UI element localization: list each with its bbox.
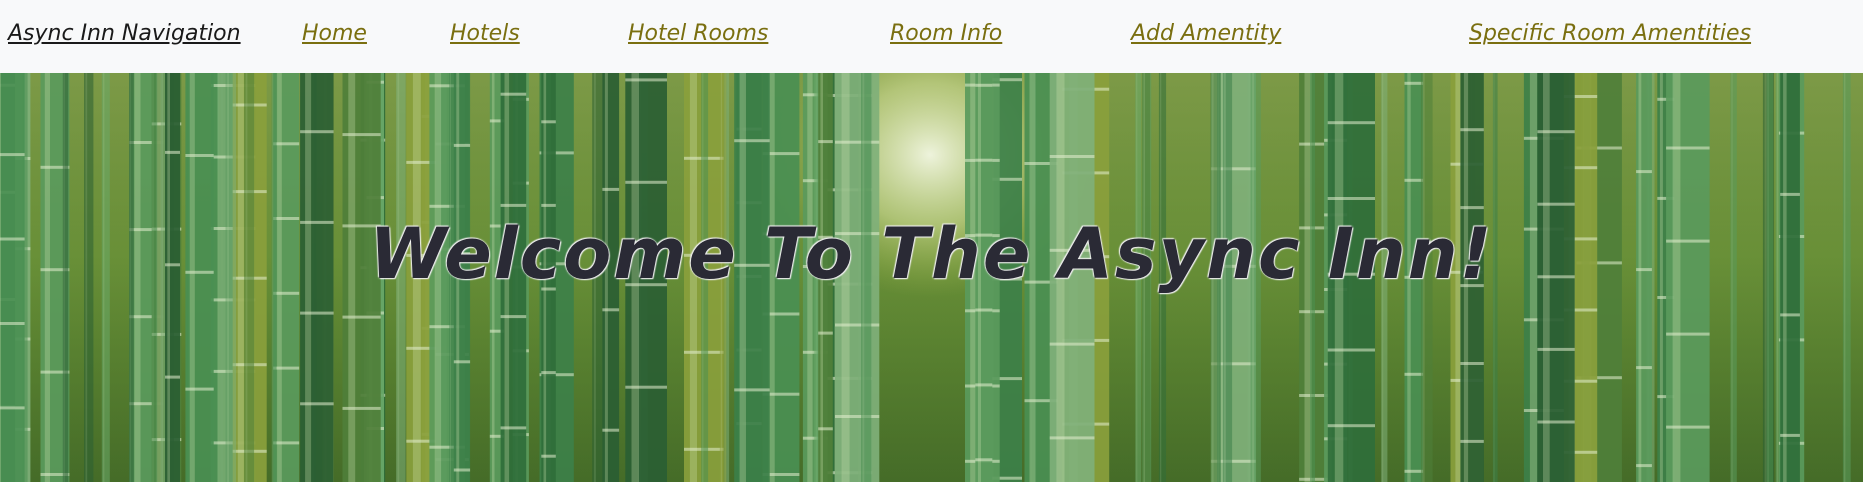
bamboo-node [300, 130, 334, 134]
bamboo-node [625, 180, 667, 184]
bamboo-node [734, 139, 770, 143]
bamboo-node [1780, 433, 1800, 437]
bamboo-node [1537, 347, 1575, 351]
bamboo-node [165, 375, 180, 379]
bamboo-node [300, 311, 334, 315]
bamboo-node [1404, 469, 1424, 473]
bamboo-node [818, 427, 833, 431]
bamboo-node [625, 78, 667, 82]
bamboo-node [835, 140, 880, 144]
bamboo-node [1636, 366, 1652, 370]
bamboo-node [500, 426, 527, 430]
bamboo-node [1666, 146, 1710, 150]
bamboo-node [1049, 342, 1095, 346]
bamboo-node [300, 402, 334, 406]
navbar: Async Inn Navigation Home Hotels Hotel R… [0, 0, 1863, 73]
bamboo-node [185, 154, 214, 157]
bamboo-node [500, 92, 527, 96]
bamboo-node [734, 388, 770, 392]
hero-title: Welcome To The Async Inn! [369, 213, 1494, 295]
bamboo-node [1049, 155, 1095, 158]
bamboo-node [541, 203, 556, 207]
bamboo-node [602, 308, 620, 312]
bamboo-node [1404, 372, 1424, 376]
bamboo-node [1460, 128, 1484, 132]
nav-link-home[interactable]: Home [302, 21, 367, 46]
bamboo-node [273, 441, 300, 445]
bamboo-node [342, 406, 381, 410]
bamboo-node [1327, 197, 1375, 200]
bamboo-node [818, 331, 833, 335]
bamboo-node [602, 187, 620, 191]
bamboo-node [1049, 436, 1095, 440]
navbar-brand-link[interactable]: Async Inn Navigation [8, 21, 241, 46]
bamboo-node [453, 360, 471, 364]
bamboo-node [273, 366, 300, 370]
bamboo-node [975, 83, 993, 87]
bamboo-node [1780, 313, 1800, 317]
bamboo-node [500, 315, 527, 319]
bamboo-node [453, 468, 471, 472]
nav-link-specific-room-amenities[interactable]: Specific Room Amentities [1469, 21, 1751, 46]
bamboo-node [185, 387, 214, 391]
bamboo-node [835, 323, 880, 327]
nav-link-room-info[interactable]: Room Info [890, 21, 1002, 46]
bamboo-node [1666, 332, 1710, 336]
bamboo-node [1327, 348, 1375, 352]
bamboo-node [1460, 439, 1484, 443]
nav-link-hotel-rooms[interactable]: Hotel Rooms [628, 21, 768, 46]
bamboo-node [1460, 206, 1484, 210]
hero-banner: Welcome To The Async Inn! [0, 73, 1863, 482]
bamboo-node [342, 315, 381, 319]
nav-link-hotels[interactable]: Hotels [450, 21, 520, 46]
bamboo-node [1666, 425, 1710, 429]
bamboo-node [1327, 121, 1375, 125]
bamboo-node [0, 153, 25, 157]
bamboo-node [1460, 362, 1484, 365]
bamboo-node [541, 120, 556, 124]
bamboo-node [818, 140, 833, 144]
bamboo-node [1636, 464, 1652, 468]
bamboo-node [1537, 130, 1575, 134]
bamboo-node [975, 308, 993, 312]
bamboo-node [625, 385, 667, 389]
bamboo-node [975, 458, 993, 462]
bamboo-node [0, 322, 25, 325]
bamboo-node [975, 383, 993, 387]
bamboo-node [0, 406, 25, 410]
bamboo-node [1537, 202, 1575, 206]
bamboo-node [1636, 170, 1652, 174]
bamboo-node [1404, 178, 1424, 182]
bamboo-node [1780, 192, 1800, 196]
bamboo-node [1537, 420, 1575, 424]
bamboo-node [541, 371, 556, 375]
bamboo-node [541, 454, 556, 458]
bamboo-node [835, 415, 880, 418]
bamboo-node [342, 133, 381, 137]
bamboo-node [273, 142, 300, 146]
bamboo-node [453, 143, 471, 147]
bamboo-node [975, 158, 993, 162]
bamboo-node [602, 428, 620, 432]
bamboo-node [500, 203, 527, 207]
nav-link-add-amenity[interactable]: Add Amentity [1131, 21, 1281, 46]
bamboo-node [1404, 81, 1424, 85]
bamboo-node [1327, 424, 1375, 428]
bamboo-node [165, 150, 180, 154]
